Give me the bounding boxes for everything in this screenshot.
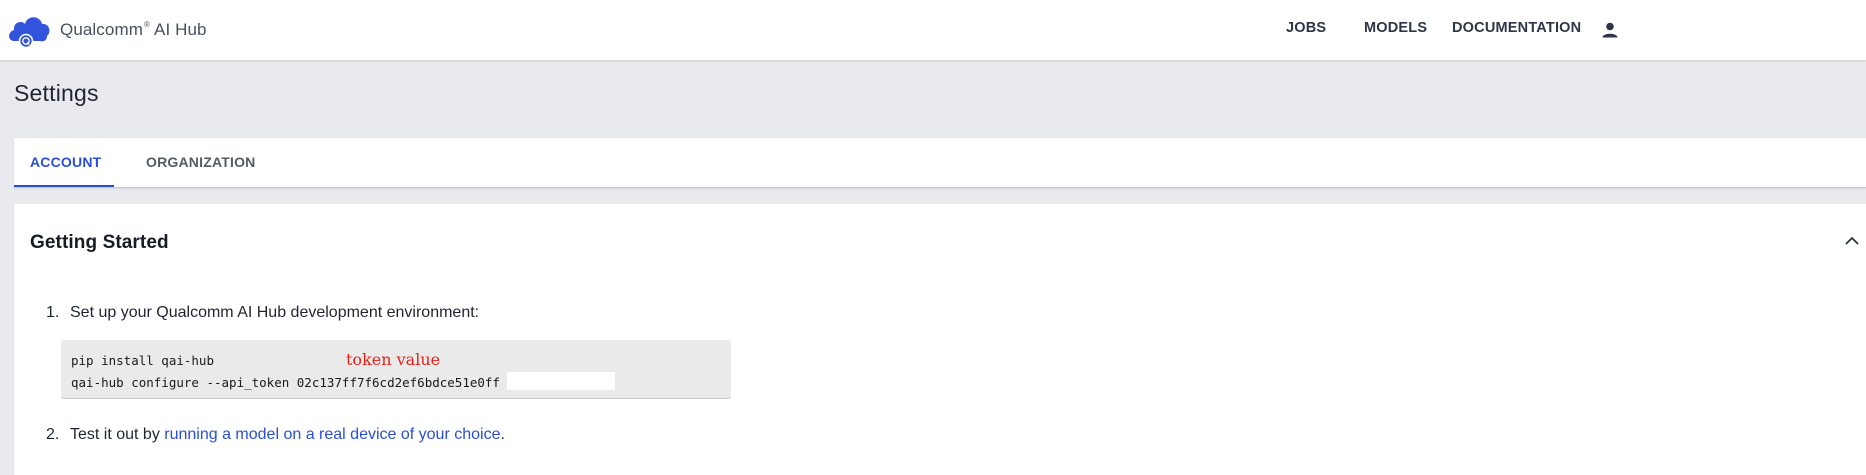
active-tab-indicator (14, 185, 114, 187)
person-icon[interactable] (1600, 20, 1620, 40)
tab-account[interactable]: ACCOUNT (14, 138, 114, 187)
step-2-suffix: . (500, 426, 505, 443)
step-2-prefix: Test it out by (70, 426, 165, 443)
page-title: Settings (14, 80, 99, 106)
run-model-link[interactable]: running a model on a real device of your… (164, 426, 500, 443)
brand-home-link[interactable]: Qualcomm ® AI Hub (6, 11, 207, 49)
tab-organization[interactable]: ORGANIZATION (130, 138, 271, 186)
tab-organization-label: ORGANIZATION (146, 154, 256, 170)
top-nav-bar: Qualcomm ® AI Hub JOBS MODELS DOCUMENTATIO… (0, 0, 1866, 61)
card-title: Getting Started (30, 232, 169, 253)
step-2-text: Test it out by running a model on a real… (70, 426, 505, 444)
brand-name-primary: Qualcomm (60, 20, 143, 39)
tab-account-label: ACCOUNT (30, 154, 102, 170)
settings-tabs: ACCOUNT ORGANIZATION (14, 138, 1866, 188)
code-line-install: pip install qai-hub (71, 353, 214, 368)
code-block[interactable]: pip install qai-hub qai-hub configure --… (61, 340, 731, 399)
code-line-configure: qai-hub configure --api_token 02c137ff7f… (71, 375, 500, 390)
token-value-annotation: token value (346, 350, 441, 369)
getting-started-card: Getting Started 1. Set up your Qualcomm … (14, 204, 1866, 475)
brand-name-suffix: AI Hub (154, 20, 207, 39)
brand-registered-mark: ® (144, 20, 150, 29)
nav-documentation-link[interactable]: DOCUMENTATION (1452, 20, 1581, 36)
brand-name: Qualcomm ® AI Hub (60, 20, 207, 40)
chevron-up-icon[interactable] (1844, 235, 1860, 247)
qualcomm-cloud-logo-icon (9, 17, 50, 49)
redacted-token-box (507, 372, 615, 390)
step-2-number: 2. (46, 426, 60, 443)
nav-jobs-link[interactable]: JOBS (1286, 20, 1326, 36)
step-1-number: 1. (46, 304, 60, 321)
step-1-text: Set up your Qualcomm AI Hub development … (70, 304, 480, 321)
nav-models-link[interactable]: MODELS (1364, 20, 1427, 36)
